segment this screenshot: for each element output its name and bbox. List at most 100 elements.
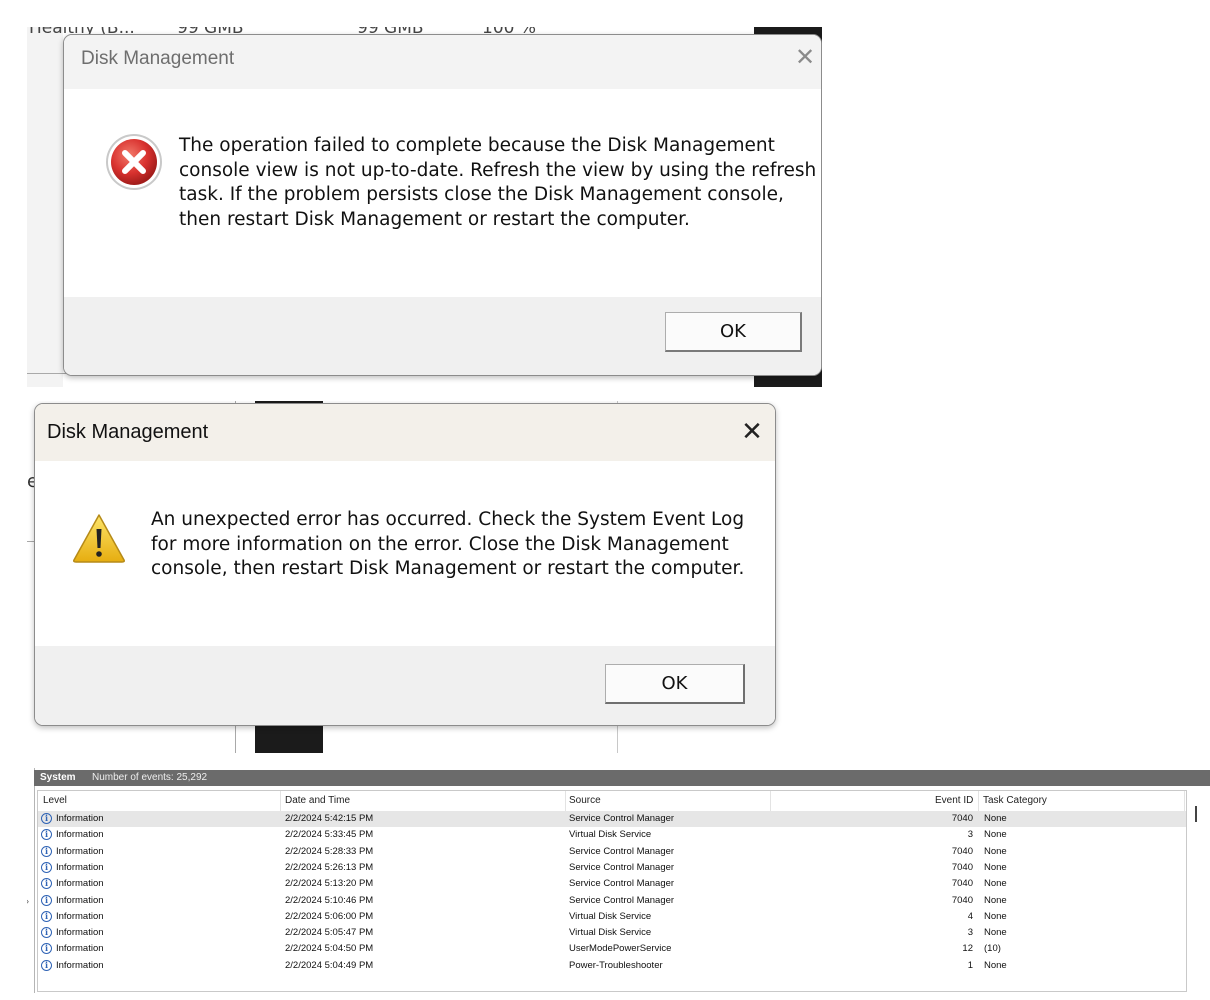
cell-task-category: None [984, 910, 1007, 922]
dialog-message: The operation failed to complete because… [179, 135, 817, 230]
cell-event-id: 7040 [951, 894, 973, 906]
info-icon: i [41, 829, 52, 841]
table-row[interactable]: i Information 2/2/2024 5:42:15 PM Service C… [38, 811, 1186, 828]
cell-date: 2/2/2024 5:42:15 PM [285, 813, 374, 824]
cell-date: 2/2/2024 5:33:45 PM [285, 829, 374, 841]
title-bar[interactable]: Disk Management ✕ [35, 404, 775, 461]
cell-level: Information [56, 894, 104, 906]
table-row[interactable]: i Information 2/2/2024 5:28:33 PM Service C… [38, 844, 1186, 860]
cell-task-category: None [984, 829, 1007, 841]
table-row[interactable]: i Information 2/2/2024 5:05:47 PM Virtual D… [38, 925, 1186, 941]
cell-task-category: None [984, 845, 1007, 857]
column-divider[interactable] [565, 791, 566, 811]
column-divider[interactable] [1184, 791, 1185, 811]
ok-button[interactable]: OK [665, 312, 802, 352]
event-viewer-screenshot: › System Number of events: 25,292 Level … [27, 768, 1210, 993]
cell-event-id: 7040 [951, 845, 973, 857]
column-divider[interactable] [978, 791, 979, 811]
cell-source: Virtual Disk Service [569, 927, 652, 939]
event-table: Level Date and Time Source Event ID Task… [37, 790, 1187, 992]
cell-task-category: None [984, 959, 1007, 971]
scrollbar[interactable] [1195, 806, 1197, 822]
column-header-task-category[interactable]: Task Category [983, 791, 1047, 811]
cell-source: Service Control Manager [569, 813, 675, 824]
cell-event-id: 3 [967, 927, 973, 939]
cell-level: Information [56, 813, 104, 824]
cell-date: 2/2/2024 5:26:13 PM [285, 861, 374, 873]
cell-level: Information [56, 927, 104, 939]
column-header-event-id[interactable]: Event ID [935, 791, 973, 811]
cell-date: 2/2/2024 5:04:49 PM [285, 959, 374, 971]
cell-source: Service Control Manager [569, 861, 675, 873]
cell-level: Information [56, 845, 104, 857]
chevron-right-icon[interactable]: › [27, 896, 29, 906]
table-row[interactable]: i Information 2/2/2024 5:26:13 PM Service C… [38, 860, 1186, 876]
cell-source: Power-Troubleshooter [569, 959, 663, 971]
dialog-message: An unexpected error has occurred. Check … [151, 509, 745, 579]
warning-dialog-screenshot: e Disk Management ✕ An unexpected error … [27, 401, 797, 753]
cell-level: Information [56, 943, 104, 955]
log-name: System [40, 772, 76, 783]
disk-management-warning-dialog: Disk Management ✕ An unexpected error ha… [34, 403, 776, 726]
table-row[interactable]: i Information 2/2/2024 5:10:46 PM Service C… [38, 893, 1186, 909]
table-row[interactable]: i Information 2/2/2024 5:04:50 PM UserModeP… [38, 941, 1186, 957]
cell-task-category: None [984, 878, 1007, 890]
cell-event-id: 12 [962, 943, 973, 955]
cell-event-id: 7040 [951, 861, 973, 873]
dialog-title: Disk Management [47, 421, 209, 443]
cell-event-id: 3 [967, 829, 973, 841]
cell-source: Service Control Manager [569, 845, 675, 857]
table-row[interactable]: i Information 2/2/2024 5:33:45 PM Virtual D… [38, 827, 1186, 843]
column-header-date[interactable]: Date and Time [285, 791, 350, 811]
cell-task-category: (10) [984, 943, 1001, 955]
divider [27, 541, 34, 542]
error-icon [106, 134, 162, 190]
info-icon: i [41, 910, 52, 922]
divider [34, 768, 35, 993]
event-count: Number of events: 25,292 [92, 772, 208, 783]
column-divider[interactable] [770, 791, 771, 811]
info-icon: i [41, 894, 52, 906]
warning-icon [73, 514, 125, 563]
background-window [27, 27, 63, 387]
info-icon: i [41, 861, 52, 873]
cell-event-id: 7040 [951, 878, 973, 890]
close-icon[interactable]: ✕ [739, 419, 765, 445]
cell-level: Information [56, 829, 104, 841]
cell-task-category: None [984, 861, 1007, 873]
cell-source: Virtual Disk Service [569, 910, 652, 922]
title-bar[interactable]: Disk Management ✕ [64, 35, 821, 89]
log-header: System Number of events: 25,292 [34, 770, 1210, 786]
cell-date: 2/2/2024 5:10:46 PM [285, 894, 374, 906]
column-divider[interactable] [280, 791, 281, 811]
info-icon: i [41, 878, 52, 890]
column-header-source[interactable]: Source [569, 791, 601, 811]
table-row[interactable]: i Information 2/2/2024 5:13:20 PM Service C… [38, 876, 1186, 892]
cell-level: Information [56, 861, 104, 873]
column-header-level[interactable]: Level [43, 791, 67, 811]
cell-source: Virtual Disk Service [569, 829, 652, 841]
cell-date: 2/2/2024 5:05:47 PM [285, 927, 374, 939]
disk-management-error-dialog: Disk Management ✕ The operation failed t… [63, 34, 822, 376]
info-icon: i [41, 943, 52, 955]
info-icon: i [41, 959, 52, 971]
dialog-title: Disk Management [81, 48, 235, 69]
table-row[interactable]: i Information 2/2/2024 5:04:49 PM Power-Tro… [38, 958, 1186, 974]
table-row[interactable]: i Information 2/2/2024 5:06:00 PM Virtual D… [38, 909, 1186, 925]
table-header: Level Date and Time Source Event ID Task… [38, 791, 1186, 811]
cell-source: Service Control Manager [569, 894, 675, 906]
error-dialog-screenshot: Healthy (B... 99 GMB 99 GMB 100 % Disk M… [27, 27, 822, 387]
cell-event-id: 4 [967, 910, 973, 922]
cell-level: Information [56, 959, 104, 971]
cell-source: Service Control Manager [569, 878, 675, 890]
info-icon: i [41, 927, 52, 939]
cell-level: Information [56, 910, 104, 922]
close-icon[interactable]: ✕ [793, 45, 817, 69]
ok-button[interactable]: OK [605, 664, 745, 704]
cell-level: Information [56, 878, 104, 890]
cell-source: UserModePowerService [569, 943, 672, 955]
cell-date: 2/2/2024 5:06:00 PM [285, 910, 374, 922]
cell-task-category: None [984, 813, 1007, 824]
info-icon: i [41, 813, 52, 824]
cell-event-id: 1 [967, 959, 973, 971]
